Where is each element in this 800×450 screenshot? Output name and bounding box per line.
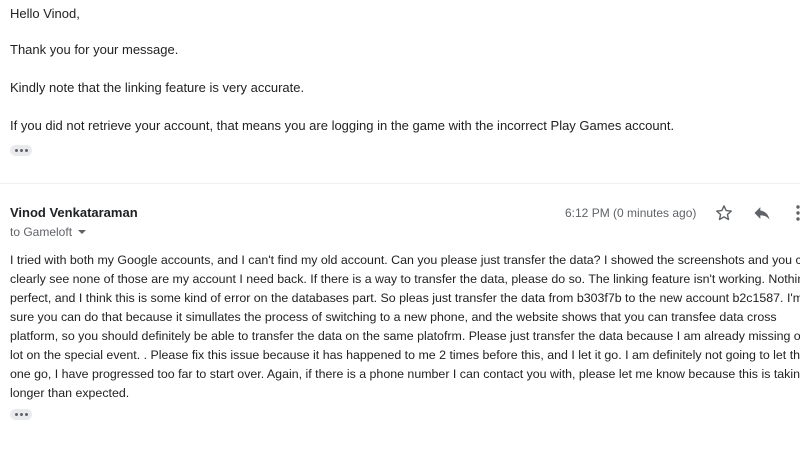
- message-line: Thank you for your message.: [10, 42, 179, 57]
- recipient-label: to Gameloft: [10, 225, 73, 239]
- message-line: Kindly note that the linking feature is …: [10, 80, 305, 95]
- ellipsis-icon: [14, 149, 18, 152]
- message-line: If you did not retrieve your account, th…: [10, 118, 675, 133]
- message-body: I tried with both my Google accounts, an…: [10, 251, 800, 403]
- reply-button[interactable]: [751, 202, 773, 224]
- body-line: platform, so you should definitely be ab…: [10, 329, 800, 343]
- sender-name[interactable]: Vinod Venkataraman: [10, 205, 138, 220]
- reply-icon: [754, 207, 770, 220]
- greeting-line: Hello Vinod,: [10, 6, 80, 21]
- ellipsis-icon: [14, 413, 18, 416]
- caret-down-icon: [78, 230, 87, 234]
- recipient-details-toggle[interactable]: to Gameloft: [10, 225, 87, 239]
- body-line: sure you can do that because it simullat…: [10, 310, 777, 324]
- body-line: one go, I have progressed too far to sta…: [10, 367, 800, 381]
- body-line: perfect, and I think this is some kind o…: [10, 291, 800, 305]
- star-icon: [716, 205, 732, 221]
- star-button[interactable]: [713, 202, 735, 224]
- body-line: I tried with both my Google accounts, an…: [10, 253, 800, 267]
- message-divider: [0, 183, 800, 184]
- more-vert-icon: [796, 205, 800, 221]
- more-options-button[interactable]: [789, 202, 800, 224]
- message-timestamp: 6:12 PM (0 minutes ago): [565, 206, 697, 220]
- show-trimmed-content-button[interactable]: [10, 145, 32, 156]
- show-trimmed-content-button[interactable]: [10, 409, 32, 420]
- body-line: longer than expected.: [10, 386, 130, 400]
- body-line: lot on the special event. . Please fix t…: [10, 348, 800, 362]
- body-line: clearly see none of those are my account…: [10, 272, 800, 286]
